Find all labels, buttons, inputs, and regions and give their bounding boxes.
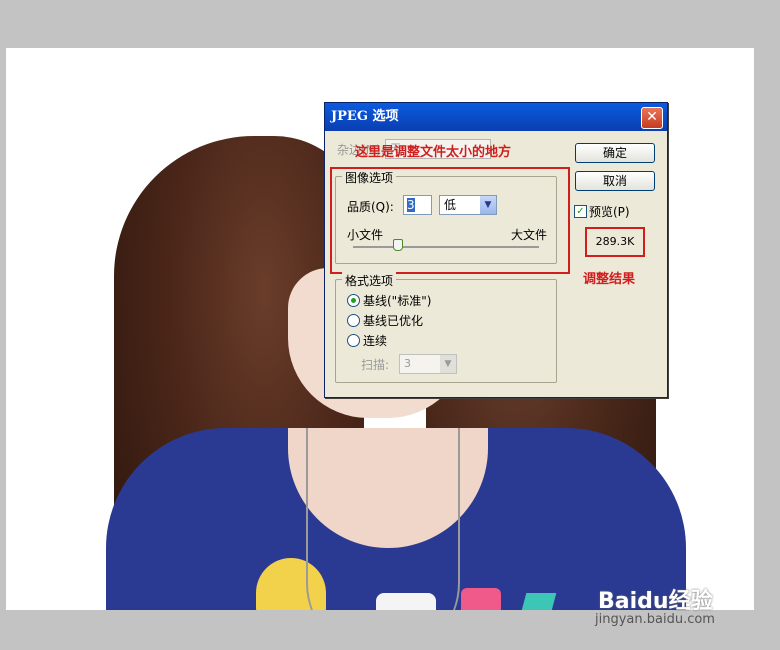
annotation-result-note: 调整结果	[583, 272, 636, 287]
chevron-down-icon[interactable]: ▼	[480, 196, 496, 214]
ok-button[interactable]: 确定	[575, 143, 655, 163]
shirt-print-pink	[461, 588, 501, 610]
dialog-titlebar[interactable]: JPEG 选项	[325, 103, 667, 131]
scans-label: 扫描:	[361, 358, 390, 372]
quality-slider-track[interactable]	[353, 246, 539, 248]
quality-preset-value: 低	[444, 198, 457, 212]
radio-progressive[interactable]	[347, 334, 360, 347]
quality-label: 品质(Q):	[347, 200, 394, 214]
necklace	[306, 428, 460, 610]
quality-preset-select[interactable]: 低 ▼	[439, 195, 497, 215]
annotation-top-note: 这里是调整文件太小的地方	[355, 145, 512, 160]
image-options-title: 图像选项	[342, 169, 397, 186]
dialog-title: JPEG 选项	[331, 109, 399, 124]
quality-slider-thumb[interactable]	[393, 239, 403, 251]
image-options-group: 图像选项	[335, 169, 557, 264]
close-icon[interactable]: ✕	[641, 107, 663, 129]
watermark-brand: Baidu经验	[598, 589, 713, 614]
chevron-down-icon: ▼	[440, 355, 456, 373]
quality-value: 3	[407, 198, 415, 212]
preview-checkbox[interactable]: ✓	[574, 205, 587, 218]
small-file-label: 小文件	[347, 228, 384, 242]
cancel-button[interactable]: 取消	[575, 171, 655, 191]
large-file-label: 大文件	[511, 228, 548, 242]
radio-baseline-standard[interactable]	[347, 294, 360, 307]
file-size-readout: 289.3K	[585, 227, 645, 257]
preview-label: 预览(P)	[589, 205, 630, 219]
radio-baseline-standard-label: 基线("标准")	[363, 294, 432, 308]
jpeg-options-dialog: JPEG 选项 ✕ 杂边(M): 无 这里是调整文件太小的地方 图像选项 品质(…	[324, 102, 668, 398]
scans-value: 3	[404, 357, 411, 370]
radio-progressive-label: 连续	[363, 334, 388, 348]
format-options-title: 格式选项	[342, 272, 397, 289]
watermark-url: jingyan.baidu.com	[595, 612, 715, 627]
quality-input[interactable]: 3	[403, 195, 432, 215]
radio-baseline-optimized[interactable]	[347, 314, 360, 327]
radio-baseline-optimized-label: 基线已优化	[363, 314, 424, 328]
scans-select: 3 ▼	[399, 354, 457, 374]
